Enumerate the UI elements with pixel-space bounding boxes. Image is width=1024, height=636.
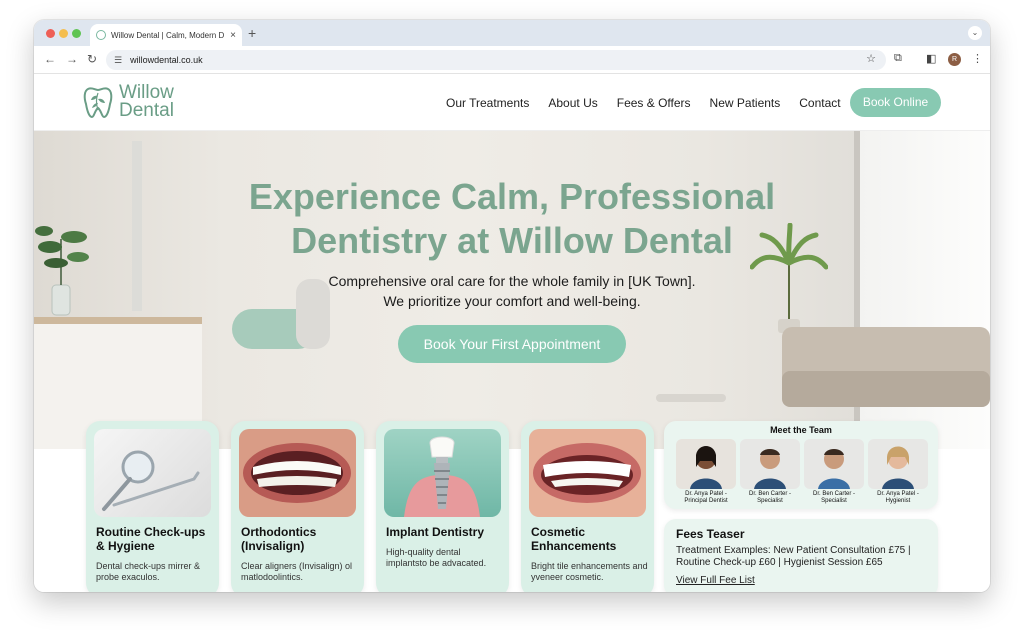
team-member[interactable]: Dr. Ben Carter - Specialist [740,439,800,505]
hero-subtitle-line2: We prioritize your comfort and well-bein… [383,293,641,309]
tab-search-icon[interactable]: ⌄ [968,26,982,40]
card-title: Orthodontics (Invisalign) [241,525,317,553]
main-nav: Our Treatments About Us Fees & Offers Ne… [446,96,860,110]
team-member-name: Dr. Ben Carter - Specialist [748,491,791,504]
close-window-icon[interactable] [46,29,55,38]
browser-window: Willow Dental | Calm, Modern D × + ⌄ ← →… [34,20,990,592]
smile-with-aligners-image [239,429,356,517]
sidebar-icon[interactable]: ◧ [926,52,936,65]
site-header: Willow Dental Our Treatments About Us Fe… [34,74,990,131]
site-logo[interactable]: Willow Dental [82,83,174,121]
meet-the-team-panel: Meet the Team Dr. Anya Patel - Principal… [664,421,938,509]
close-tab-icon[interactable]: × [230,30,236,41]
tab-title: Willow Dental | Calm, Modern D [111,30,225,40]
bookmark-star-icon[interactable]: ☆ [866,52,876,65]
tooth-leaf-logo-icon [83,87,113,119]
team-member[interactable]: Dr. Ben Carter - Specialist [804,439,864,505]
card-title: Cosmetic Enhancements [531,525,617,553]
card-description: High-quality dental implantsto be advaca… [386,547,487,568]
book-first-appointment-button[interactable]: Book Your First Appointment [398,325,626,363]
team-title: Meet the Team [770,425,832,435]
service-card-implants[interactable]: Implant Dentistry High-quality dental im… [376,421,509,592]
card-description: Clear aligners (Invisalign) ol matlodool… [241,561,353,582]
hero-side-table-image [656,394,726,402]
fees-description: Treatment Examples: New Patient Consulta… [676,545,911,568]
fees-teaser-panel: Fees Teaser Treatment Examples: New Pati… [664,519,938,592]
new-tab-button[interactable]: + [248,25,256,41]
hero-title-line1: Experience Calm, Professional [248,176,776,217]
service-card-cosmetic[interactable]: Cosmetic Enhancements Bright tile enhanc… [521,421,654,592]
url-field[interactable]: ☰ willowdental.co.uk ☆ [106,50,886,70]
hero-title-line2: Dentistry at Willow Dental [291,220,733,261]
nav-contact[interactable]: Contact [799,96,840,110]
team-member-photo [740,439,800,489]
bright-smile-image [529,429,646,517]
nav-fees-offers[interactable]: Fees & Offers [617,96,691,110]
reload-icon[interactable]: ↻ [87,52,97,66]
forward-icon[interactable]: → [66,52,78,66]
web-page: Willow Dental Our Treatments About Us Fe… [34,74,990,592]
nav-new-patients[interactable]: New Patients [710,96,781,110]
site-info-icon[interactable]: ☰ [114,55,122,66]
card-title: Routine Check-ups & Hygiene [96,525,206,553]
favicon-icon [96,30,106,40]
team-member-name: Dr. Anya Patel - Principal Dentist [684,491,728,504]
logo-text: Willow Dental [119,83,174,121]
service-card-orthodontics[interactable]: Orthodontics (Invisalign) Clear aligners… [231,421,364,592]
team-member-name: Dr. Ben Carter - Specialist [812,491,855,504]
fees-title: Fees Teaser [676,527,745,541]
hero-title: Experience Calm, Professional Dentistry … [34,175,990,263]
address-bar-row: ← → ↻ ☰ willowdental.co.uk ☆ ⧉ ◧ R ⋮ [34,46,990,74]
browser-tab[interactable]: Willow Dental | Calm, Modern D × [90,24,242,46]
hero-subtitle: Comprehensive oral care for the whole fa… [34,271,990,311]
maximize-window-icon[interactable] [72,29,81,38]
minimize-window-icon[interactable] [59,29,68,38]
dental-implant-image [384,429,501,517]
tab-bar: Willow Dental | Calm, Modern D × + ⌄ [34,20,990,46]
hero-sofa-seat-image [782,371,990,407]
dental-mirror-image [94,429,211,517]
logo-text-line2: Dental [119,100,174,121]
hero-subtitle-line1: Comprehensive oral care for the whole fa… [328,273,696,289]
profile-avatar[interactable]: R [948,53,961,66]
team-member[interactable]: Dr. Anya Patel - Principal Dentist [676,439,736,505]
book-online-button[interactable]: Book Online [850,88,941,117]
team-member-photo [804,439,864,489]
card-description: Dental check-ups mirrer & probe exaculos… [96,561,201,582]
team-member-name: Dr. Anya Patel - Hygienist [877,491,919,504]
hero-section: Experience Calm, Professional Dentistry … [34,131,990,449]
team-member-photo [676,439,736,489]
view-fee-list-link[interactable]: View Full Fee List [676,575,755,586]
service-card-checkups[interactable]: Routine Check-ups & Hygiene Dental check… [86,421,219,592]
menu-icon[interactable]: ⋮ [972,52,983,65]
url-text: willowdental.co.uk [130,55,203,65]
nav-our-treatments[interactable]: Our Treatments [446,96,529,110]
card-title: Implant Dentistry [386,525,485,539]
card-description: Bright tile enhancements and yveneer cos… [531,561,648,582]
back-icon[interactable]: ← [44,52,56,66]
nav-about-us[interactable]: About Us [548,96,597,110]
team-member-photo [868,439,928,489]
extensions-icon[interactable]: ⧉ [894,52,902,65]
team-member[interactable]: Dr. Anya Patel - Hygienist [868,439,928,505]
